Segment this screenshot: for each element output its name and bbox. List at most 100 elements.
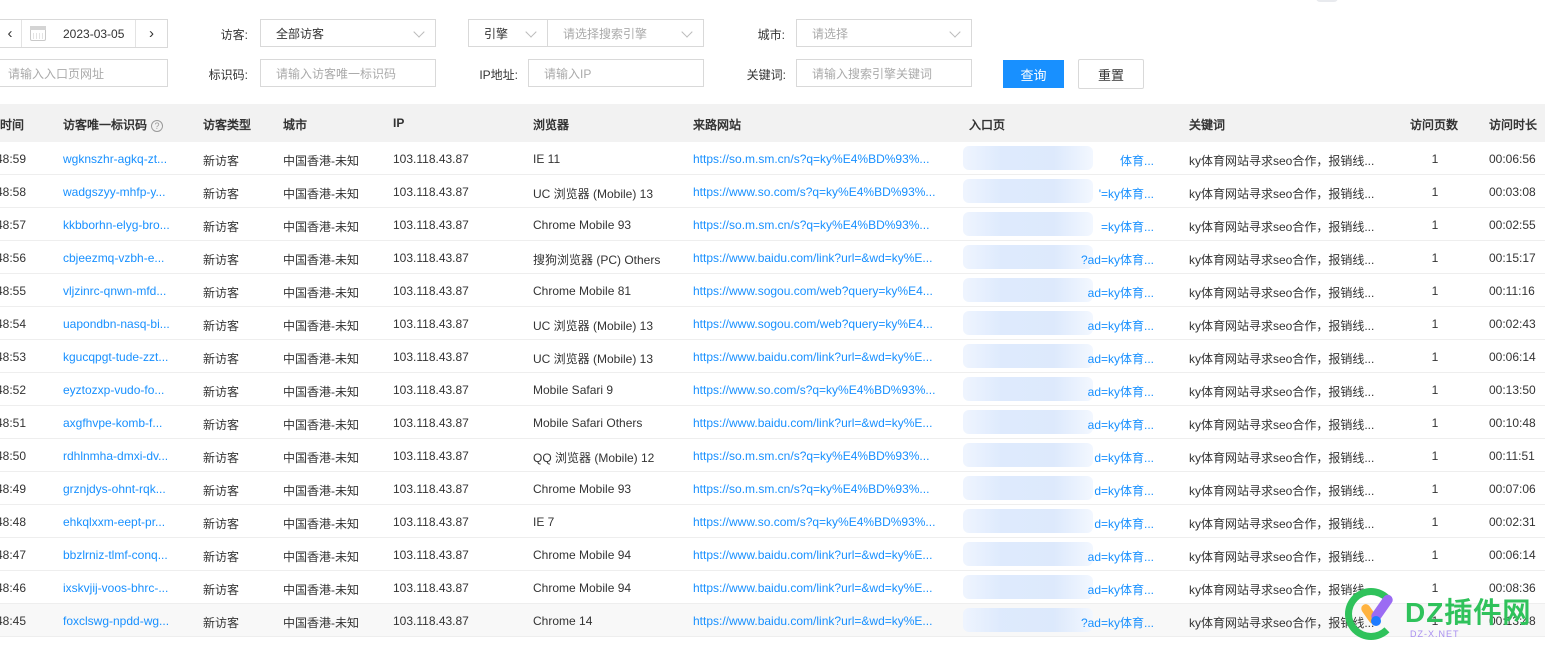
entry-url-input[interactable]: 请输入入口页网址 <box>0 59 168 87</box>
cell-entry-page[interactable]: 体育... <box>969 152 1154 169</box>
table-row: 48:57 kkbborhn-elyg-bro... 新访客 中国香港-未知 103.1… <box>0 208 1545 241</box>
entry-url-placeholder: 请输入入口页网址 <box>8 66 105 81</box>
cell-entry-page[interactable]: ?ad=ky体育... <box>969 251 1154 268</box>
cell-referrer[interactable]: https://www.so.com/s?q=ky%E4%BD%93%... <box>693 515 935 529</box>
cell-entry-page[interactable]: ad=ky体育... <box>969 581 1154 598</box>
date-input[interactable]: 2023-03-05 <box>22 20 136 47</box>
cell-referrer[interactable]: https://so.m.sm.cn/s?q=ky%E4%BD%93%... <box>693 449 929 463</box>
cell-entry-page[interactable]: ad=ky体育... <box>969 548 1154 565</box>
visitor-id-input[interactable]: 请输入访客唯一标识码 <box>260 59 436 87</box>
cell-visitor-id[interactable]: ehkqlxxm-eept-pr... <box>63 515 165 529</box>
cell-duration: 00:07:06 <box>1489 482 1536 496</box>
cell-referrer[interactable]: https://www.sogou.com/web?query=ky%E4... <box>693 317 933 331</box>
chevron-left-icon[interactable]: ‹ <box>0 20 22 47</box>
cell-entry-page[interactable]: ad=ky体育... <box>969 284 1154 301</box>
cell-entry-page[interactable]: ad=ky体育... <box>969 383 1154 400</box>
cell-city: 中国香港-未知 <box>283 253 359 267</box>
cell-duration: 00:02:31 <box>1489 515 1536 529</box>
cell-referrer[interactable]: https://www.baidu.com/link?url=&wd=ky%E.… <box>693 548 932 562</box>
cell-page-views: 1 <box>1431 350 1439 364</box>
cell-page-views: 1 <box>1431 383 1439 397</box>
cell-visitor-id[interactable]: wadgszyy-mhfp-y... <box>63 185 165 199</box>
cell-referrer[interactable]: https://www.baidu.com/link?url=&wd=ky%E.… <box>693 614 932 628</box>
cell-entry-page[interactable]: d=ky体育... <box>969 482 1154 499</box>
cell-entry-page[interactable]: =ky体育... <box>969 218 1154 235</box>
cell-keyword: ky体育网站寻求seo合作，报销线... <box>1189 286 1375 300</box>
cell-referrer[interactable]: https://so.m.sm.cn/s?q=ky%E4%BD%93%... <box>693 482 929 496</box>
cell-referrer[interactable]: https://www.so.com/s?q=ky%E4%BD%93%... <box>693 383 935 397</box>
cell-duration: 00:03:08 <box>1489 185 1536 199</box>
visitor-select[interactable]: 全部访客 <box>260 19 436 47</box>
cell-duration: 00:11:16 <box>1489 284 1535 298</box>
cell-visitor-id[interactable]: bbzlrniz-tlmf-conq... <box>63 548 168 562</box>
col-browser: 浏览器 <box>533 118 570 132</box>
cell-browser: Chrome Mobile 94 <box>533 581 632 595</box>
engine-select[interactable]: 请选择搜索引擎 <box>547 19 704 47</box>
cell-keyword: ky体育网站寻求seo合作，报销线... <box>1189 550 1375 564</box>
cell-keyword: ky体育网站寻求seo合作，报销线... <box>1189 583 1375 597</box>
cell-referrer[interactable]: https://so.m.sm.cn/s?q=ky%E4%BD%93%... <box>693 218 929 232</box>
cell-entry-page[interactable]: ad=ky体育... <box>969 350 1154 367</box>
engine-type-select[interactable]: 引擎 <box>468 19 548 47</box>
keyword-input[interactable]: 请输入搜索引擎关键词 <box>796 59 972 87</box>
cell-city: 中国香港-未知 <box>283 451 359 465</box>
calendar-icon <box>30 26 46 41</box>
ip-input[interactable]: 请输入IP <box>528 59 704 87</box>
cell-page-views: 1 <box>1431 317 1439 331</box>
scrollbar-thumb[interactable] <box>1316 0 1338 2</box>
cell-visitor-id[interactable]: axgfhvpe-komb-f... <box>63 416 162 430</box>
cell-time: 48:52 <box>0 383 27 397</box>
cell-page-views: 1 <box>1431 284 1439 298</box>
cell-visitor-id[interactable]: kgucqpgt-tude-zzt... <box>63 350 168 364</box>
cell-visitor-id[interactable]: vljzinrc-qnwn-mfd... <box>63 284 166 298</box>
cell-visitor-id[interactable]: wgknszhr-agkq-zt... <box>63 152 167 166</box>
query-button[interactable]: 查询 <box>1003 60 1064 88</box>
cell-page-views: 1 <box>1431 581 1439 595</box>
chevron-right-icon[interactable]: › <box>136 20 167 47</box>
reset-button[interactable]: 重置 <box>1078 59 1144 89</box>
cell-visitor-id[interactable]: foxclswg-npdd-wg... <box>63 614 169 628</box>
cell-visitor-id[interactable]: eyztozxp-vudo-fo... <box>63 383 164 397</box>
city-select[interactable]: 请选择 <box>796 19 972 47</box>
col-referrer: 来路网站 <box>693 118 742 132</box>
cell-entry-page[interactable]: d=ky体育... <box>969 449 1154 466</box>
cell-referrer[interactable]: https://www.baidu.com/link?url=&wd=ky%E.… <box>693 251 932 265</box>
cell-visitor-type: 新访客 <box>203 220 240 234</box>
cell-duration: 00:06:56 <box>1489 152 1536 166</box>
cell-entry-page[interactable]: ad=ky体育... <box>969 317 1154 334</box>
visitor-id-placeholder: 请输入访客唯一标识码 <box>276 66 397 81</box>
cell-duration: 00:08:36 <box>1489 581 1536 595</box>
cell-visitor-id[interactable]: rdhlnmha-dmxi-dv... <box>63 449 168 463</box>
cell-referrer[interactable]: https://www.baidu.com/link?url=&wd=ky%E.… <box>693 350 932 364</box>
cell-entry-page[interactable]: ad=ky体育... <box>969 416 1154 433</box>
cell-referrer[interactable]: https://www.baidu.com/link?url=&wd=ky%E.… <box>693 416 932 430</box>
cell-city: 中国香港-未知 <box>283 550 359 564</box>
cell-referrer[interactable]: https://www.so.com/s?q=ky%E4%BD%93%... <box>693 185 935 199</box>
date-picker[interactable]: ‹ 2023-03-05 › <box>0 19 168 48</box>
cell-visitor-id[interactable]: cbjeezmq-vzbh-e... <box>63 251 164 265</box>
cell-referrer[interactable]: https://so.m.sm.cn/s?q=ky%E4%BD%93%... <box>693 152 929 166</box>
date-value: 2023-03-05 <box>63 26 125 41</box>
cell-entry-page[interactable]: '=ky体育... <box>969 185 1154 202</box>
cell-time: 48:50 <box>0 449 27 463</box>
cell-city: 中国香港-未知 <box>283 418 359 432</box>
cell-referrer[interactable]: https://www.baidu.com/link?url=&wd=ky%E.… <box>693 581 932 595</box>
cell-city: 中国香港-未知 <box>283 583 359 597</box>
cell-entry-page[interactable]: ?ad=ky体育... <box>969 614 1154 631</box>
cell-city: 中国香港-未知 <box>283 286 359 300</box>
cell-entry-page[interactable]: d=ky体育... <box>969 515 1154 532</box>
cell-visitor-id[interactable]: ixskvjij-voos-bhrc-... <box>63 581 168 595</box>
help-icon[interactable]: ? <box>151 120 164 132</box>
cell-keyword: ky体育网站寻求seo合作，报销线... <box>1189 220 1375 234</box>
cell-visitor-id[interactable]: grznjdys-ohnt-rqk... <box>63 482 166 496</box>
cell-page-views: 1 <box>1431 515 1439 529</box>
cell-time: 48:57 <box>0 218 27 232</box>
cell-page-views: 1 <box>1431 548 1439 562</box>
table-row: 48:58 wadgszyy-mhfp-y... 新访客 中国香港-未知 103.118… <box>0 175 1545 208</box>
cell-visitor-id[interactable]: uapondbn-nasq-bi... <box>63 317 170 331</box>
cell-referrer[interactable]: https://www.sogou.com/web?query=ky%E4... <box>693 284 933 298</box>
cell-visitor-id[interactable]: kkbborhn-elyg-bro... <box>63 218 170 232</box>
cell-keyword: ky体育网站寻求seo合作，报销线... <box>1189 484 1375 498</box>
cell-page-views: 1 <box>1431 614 1439 628</box>
table-row: 48:47 bbzlrniz-tlmf-conq... 新访客 中国香港-未知 103.… <box>0 538 1545 571</box>
